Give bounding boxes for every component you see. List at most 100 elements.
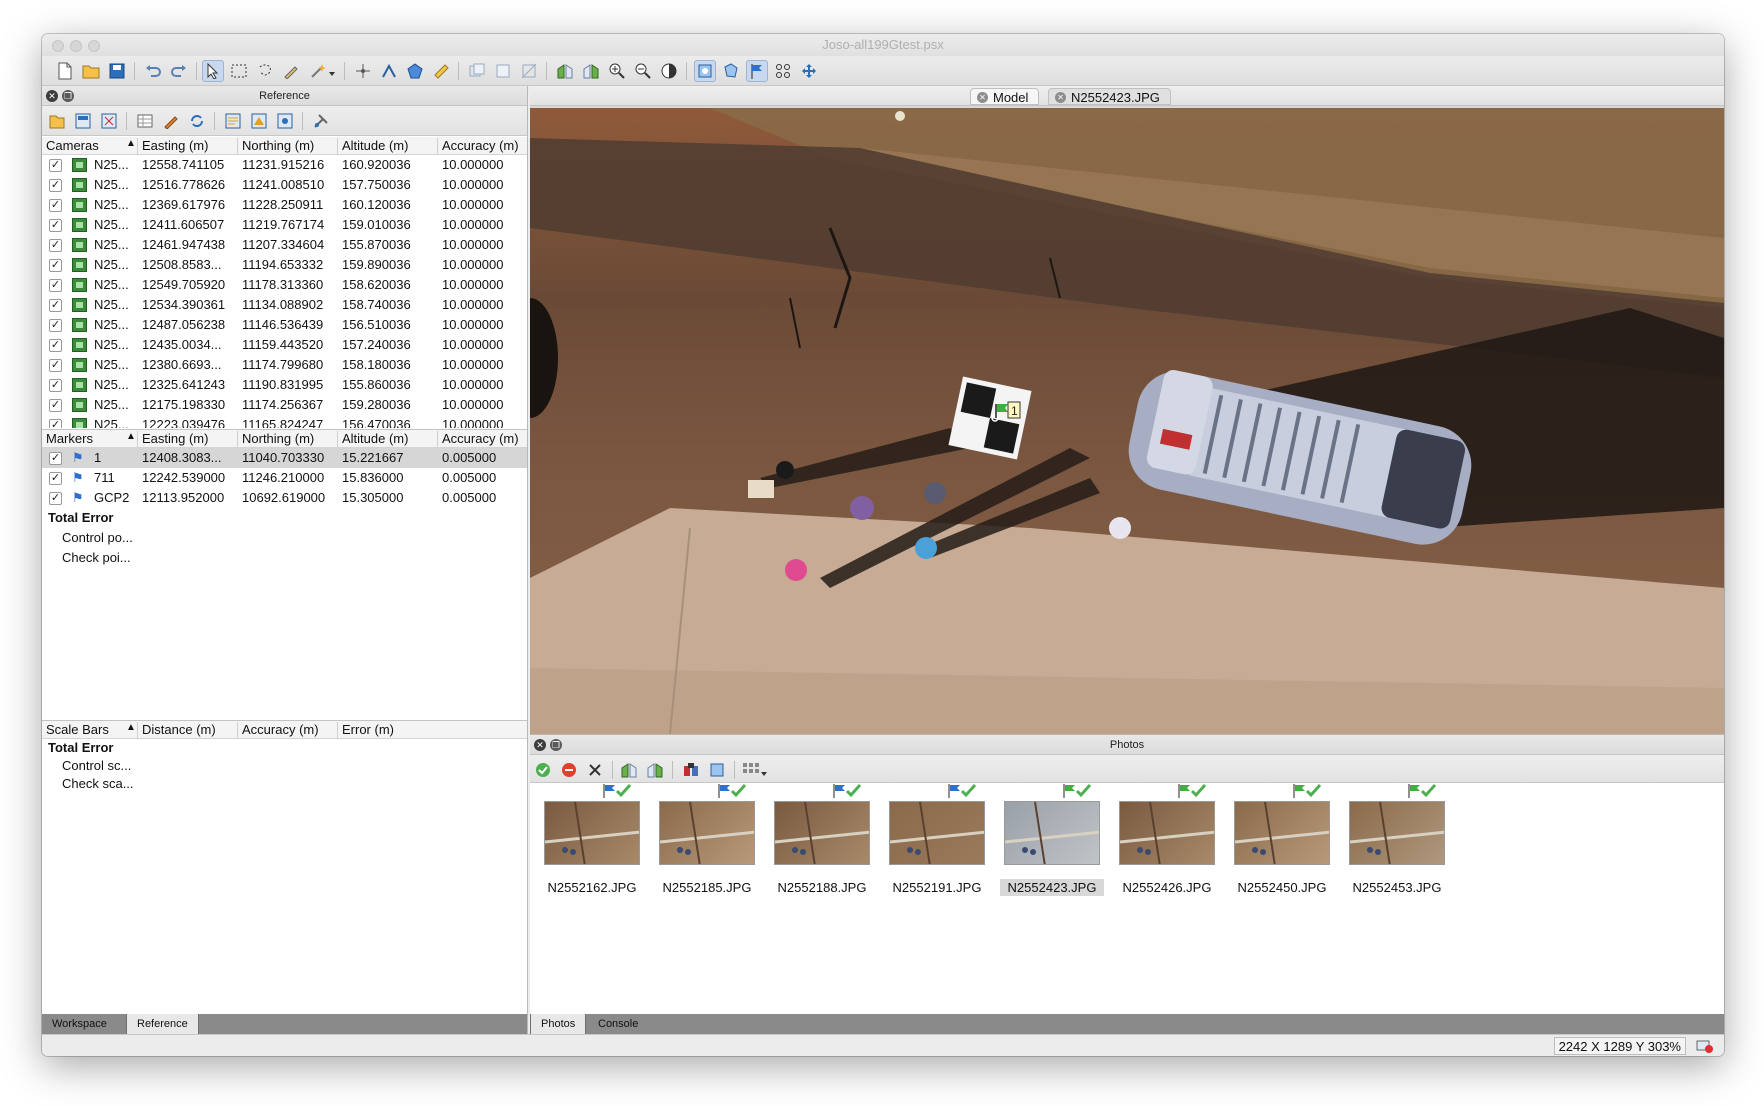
crop-icon[interactable] <box>518 60 540 82</box>
camera-checkbox[interactable]: ✓ <box>49 399 62 412</box>
table-row[interactable]: ✓ N25... 12487.056238 11146.536439 156.51003… <box>42 315 527 335</box>
close-tab-icon[interactable]: ✕ <box>977 92 988 103</box>
rectangle-selection-icon[interactable] <box>228 60 250 82</box>
tab-photo-n2552423[interactable]: ✕ N2552423.JPG <box>1048 88 1171 105</box>
zoom-in-icon[interactable] <box>606 60 628 82</box>
column-header-northing[interactable]: Northing (m) <box>238 431 338 447</box>
tab-photos[interactable]: Photos <box>530 1014 587 1034</box>
camera-checkbox[interactable]: ✓ <box>49 319 62 332</box>
camera-checkbox[interactable]: ✓ <box>49 239 62 252</box>
table-row[interactable]: ✓ N25... 12461.947438 11207.334604 155.87003… <box>42 235 527 255</box>
column-header-easting[interactable]: Easting (m) <box>138 138 238 154</box>
float-panel-icon[interactable]: ❐ <box>550 739 562 751</box>
photo-thumbnail[interactable] <box>544 801 640 865</box>
camera-checkbox[interactable]: ✓ <box>49 379 62 392</box>
view-mode-icon[interactable] <box>740 759 770 781</box>
camera-checkbox[interactable]: ✓ <box>49 219 62 232</box>
table-row[interactable]: ✓ ⚑ 1 12408.3083... 11040.703330 15.221667 0.0… <box>42 448 527 468</box>
ruler-icon[interactable] <box>430 60 452 82</box>
export-reference-icon[interactable] <box>72 110 94 132</box>
open-folder-icon[interactable] <box>80 60 102 82</box>
photo-thumbnail[interactable] <box>1004 801 1100 865</box>
photo-thumbnail[interactable] <box>889 801 985 865</box>
marker-checkbox[interactable]: ✓ <box>49 492 62 505</box>
table-row[interactable]: ✓ N25... 12534.390361 11134.088902 158.74003… <box>42 295 527 315</box>
table-row[interactable]: ✓ N25... 12223.039476 11165.824247 156.47003… <box>42 415 527 428</box>
markers-check-points[interactable]: Check poi... <box>42 548 527 568</box>
move-point-icon[interactable] <box>352 60 374 82</box>
table-row[interactable]: ✓ N25... 12411.606507 11219.767174 159.01003… <box>42 215 527 235</box>
table-row[interactable]: ✓ N25... 12558.741105 11231.915216 160.92003… <box>42 155 527 175</box>
clear-reference-icon[interactable] <box>98 110 120 132</box>
free-form-selection-icon[interactable] <box>254 60 276 82</box>
undo-icon[interactable] <box>142 60 164 82</box>
update-transform-icon[interactable] <box>186 110 208 132</box>
redo-icon[interactable] <box>168 60 190 82</box>
draw-polygon-icon[interactable] <box>404 60 426 82</box>
table-row[interactable]: ✓ N25... 12325.641243 11190.831995 155.86003… <box>42 375 527 395</box>
filter-photos-icon[interactable] <box>680 759 702 781</box>
camera-checkbox[interactable]: ✓ <box>49 339 62 352</box>
view-source-icon[interactable] <box>222 110 244 132</box>
close-window-button[interactable] <box>52 40 64 52</box>
column-header-easting[interactable]: Easting (m) <box>138 431 238 447</box>
brightness-icon[interactable] <box>658 60 680 82</box>
disable-cameras-icon[interactable] <box>558 759 580 781</box>
camera-checkbox[interactable]: ✓ <box>49 359 62 372</box>
camera-checkbox[interactable]: ✓ <box>49 159 62 172</box>
import-reference-icon[interactable] <box>46 110 68 132</box>
markers-control-points[interactable]: Control po... <box>42 528 527 548</box>
tab-reference[interactable]: Reference <box>126 1014 199 1034</box>
table-row[interactable]: ✓ N25... 12549.705920 11178.313360 158.62003… <box>42 275 527 295</box>
column-header-altitude[interactable]: Altitude (m) <box>338 431 438 447</box>
table-row[interactable]: ✓ N25... 12516.778626 11241.008510 157.75003… <box>42 175 527 195</box>
draw-polyline-icon[interactable] <box>378 60 400 82</box>
photo-thumbnail[interactable] <box>1234 801 1330 865</box>
copy-shapes-icon[interactable] <box>466 60 488 82</box>
rotate-left-icon[interactable] <box>554 60 576 82</box>
rotate-right-icon[interactable] <box>580 60 602 82</box>
zoom-window-button[interactable] <box>88 40 100 52</box>
camera-checkbox[interactable]: ✓ <box>49 299 62 312</box>
remove-cameras-icon[interactable] <box>584 759 606 781</box>
column-header-markers[interactable]: Markers <box>42 431 138 447</box>
convert-reference-icon[interactable] <box>134 110 156 132</box>
photo-thumbnail[interactable] <box>1119 801 1215 865</box>
view-errors-icon[interactable] <box>274 110 296 132</box>
column-header-altitude[interactable]: Altitude (m) <box>338 138 438 154</box>
rotate-left-icon[interactable] <box>618 759 640 781</box>
marker-checkbox[interactable]: ✓ <box>49 452 62 465</box>
navigation-arrow-icon[interactable] <box>202 60 224 82</box>
photo-thumbnail[interactable] <box>774 801 870 865</box>
marker-checkbox[interactable]: ✓ <box>49 472 62 485</box>
tab-console[interactable]: Console <box>588 1014 648 1034</box>
move-region-icon[interactable] <box>798 60 820 82</box>
column-header-error[interactable]: Error (m) <box>338 722 527 738</box>
show-shapes-icon[interactable] <box>720 60 742 82</box>
camera-checkbox[interactable]: ✓ <box>49 179 62 192</box>
table-row[interactable]: ✓ ⚑ 711 12242.539000 11246.210000 15.836000 0.… <box>42 468 527 488</box>
rotate-right-icon[interactable] <box>644 759 666 781</box>
camera-checkbox[interactable]: ✓ <box>49 279 62 292</box>
camera-checkbox[interactable]: ✓ <box>49 259 62 272</box>
column-header-cameras[interactable]: Cameras <box>42 138 138 154</box>
table-row[interactable]: ✓ ⚑ GCP2 12113.952000 10692.619000 15.305000 0… <box>42 488 527 508</box>
show-masks-icon[interactable] <box>694 60 716 82</box>
float-panel-icon[interactable]: ❐ <box>62 90 74 102</box>
column-header-distance[interactable]: Distance (m) <box>138 722 238 738</box>
close-tab-icon[interactable]: ✕ <box>1055 92 1066 103</box>
column-header-accuracy[interactable]: Accuracy (m) <box>438 431 527 447</box>
reference-settings-icon[interactable] <box>310 110 332 132</box>
show-markers-icon[interactable] <box>746 60 768 82</box>
scale-bars-control[interactable]: Control sc... <box>42 757 527 775</box>
camera-checkbox[interactable]: ✓ <box>49 199 62 212</box>
save-icon[interactable] <box>106 60 128 82</box>
column-header-scale-bars[interactable]: Scale Bars <box>42 722 138 738</box>
photo-thumbnail[interactable] <box>1349 801 1445 865</box>
scale-bars-check[interactable]: Check sca... <box>42 775 527 793</box>
view-estimated-icon[interactable] <box>248 110 270 132</box>
column-header-northing[interactable]: Northing (m) <box>238 138 338 154</box>
minimize-window-button[interactable] <box>70 40 82 52</box>
column-header-accuracy[interactable]: Accuracy (m) <box>238 722 338 738</box>
aerial-photo-view[interactable]: 1 <box>530 108 1724 734</box>
